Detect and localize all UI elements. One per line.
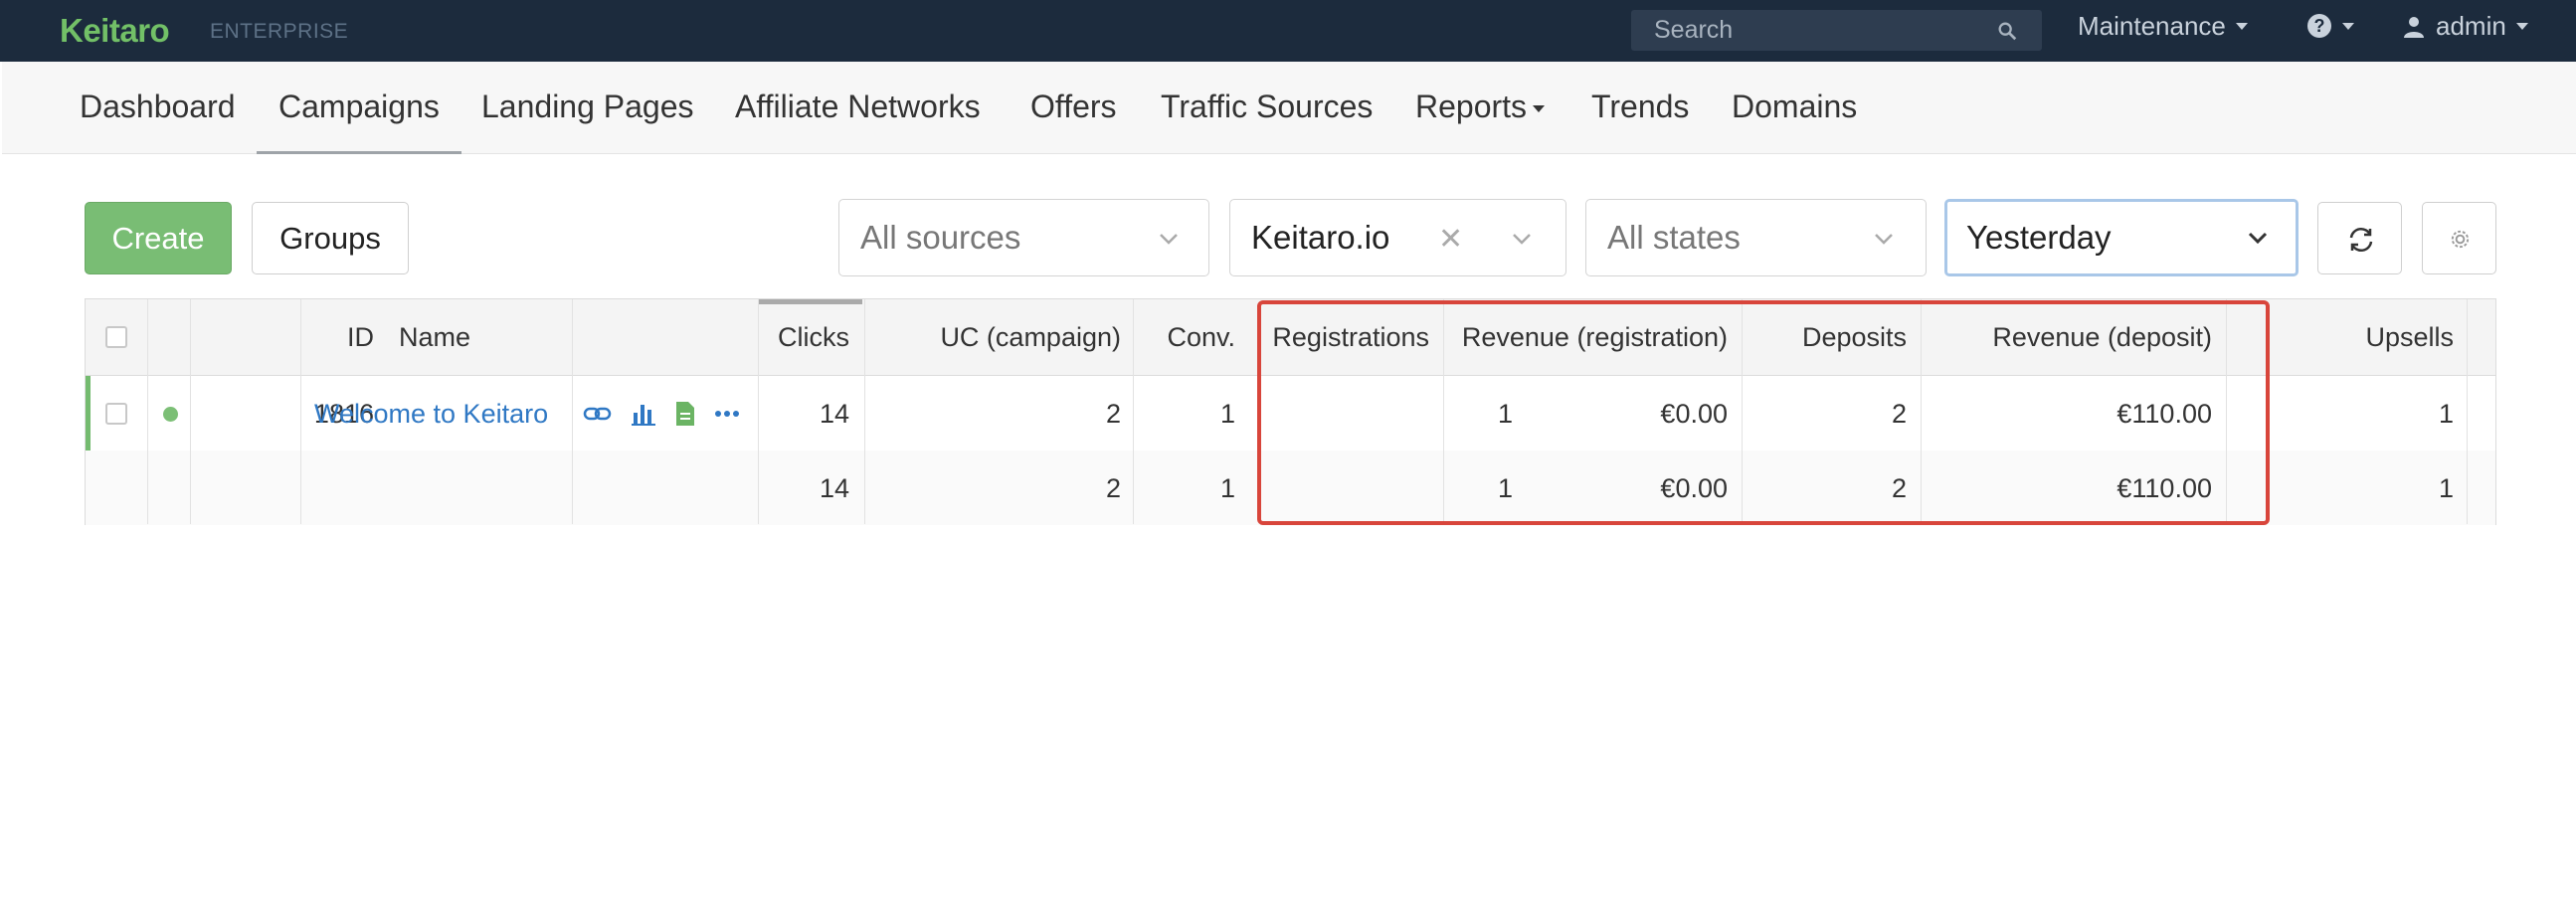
total-uc-campaign: 2 [1105, 473, 1121, 503]
clear-icon[interactable]: ✕ [1438, 222, 1463, 257]
column-divider [572, 299, 573, 524]
user-name: admin [2436, 11, 2506, 41]
column-divider [758, 299, 759, 524]
chevron-down-icon [1875, 234, 1893, 245]
header-clicks[interactable]: Clicks [758, 299, 849, 375]
chevron-down-icon [2235, 23, 2248, 30]
question-circle-icon: ? [2307, 14, 2331, 38]
column-divider [864, 299, 865, 524]
date-range-select[interactable]: Yesterday [1944, 199, 2299, 276]
nav-traffic-sources[interactable]: Traffic Sources [1161, 62, 1373, 154]
edition-label: ENTERPRISE [210, 20, 349, 43]
nav-offers[interactable]: Offers [1030, 62, 1117, 154]
chevron-down-icon [1533, 105, 1546, 113]
nav-landing-pages[interactable]: Landing Pages [481, 62, 694, 154]
cell-conv: 1 [1219, 399, 1235, 429]
document-icon[interactable] [674, 401, 696, 427]
states-select[interactable]: All states [1585, 199, 1927, 276]
nav-trends[interactable]: Trends [1591, 62, 1689, 154]
groups-button[interactable]: Groups [252, 202, 409, 274]
user-icon [2404, 16, 2424, 38]
campaign-name-link[interactable]: Welcome to Keitaro [314, 376, 548, 451]
highlight-box [1257, 300, 2270, 525]
search-icon[interactable] [1996, 20, 2018, 42]
states-select-value: All states [1607, 219, 1741, 256]
user-menu[interactable]: admin [2402, 11, 2528, 42]
search-input[interactable] [1631, 10, 1989, 51]
workspace-select[interactable]: Keitaro.io ✕ [1229, 199, 1566, 276]
bar-chart-icon[interactable] [631, 401, 656, 427]
column-divider [190, 299, 191, 524]
row-actions [583, 376, 740, 451]
chevron-down-icon [2342, 22, 2354, 30]
column-divider [2467, 299, 2468, 524]
chevron-down-icon [1160, 234, 1178, 245]
nav-dashboard[interactable]: Dashboard [80, 62, 236, 154]
gear-icon [2451, 230, 2470, 249]
link-icon[interactable] [583, 402, 613, 426]
refresh-icon [2349, 228, 2373, 252]
active-row-indicator [86, 376, 91, 451]
cell-uc-campaign: 2 [1105, 399, 1121, 429]
nav-reports[interactable]: Reports [1415, 62, 1546, 154]
sources-select[interactable]: All sources [838, 199, 1209, 276]
settings-button[interactable] [2422, 202, 2496, 274]
column-divider [147, 299, 148, 524]
sources-select-value: All sources [860, 219, 1021, 256]
chevron-down-icon [2515, 23, 2528, 30]
search-box[interactable] [1631, 10, 2042, 51]
column-divider [300, 299, 301, 524]
header-conv[interactable]: Conv. [1133, 299, 1235, 375]
brand-logo[interactable]: Keitaro [60, 12, 170, 50]
maintenance-label: Maintenance [2078, 11, 2226, 41]
chevron-down-icon [2248, 232, 2268, 245]
svg-text:?: ? [2314, 16, 2325, 36]
column-divider [1133, 299, 1134, 524]
help-menu[interactable]: ? [2306, 13, 2354, 39]
status-indicator [163, 407, 178, 422]
cell-clicks: 14 [819, 399, 849, 429]
date-range-value: Yesterday [1966, 219, 2112, 256]
header-uc-campaign[interactable]: UC (campaign) [864, 299, 1121, 375]
total-conv: 1 [1219, 473, 1235, 503]
nav-reports-label: Reports [1415, 89, 1528, 124]
create-button[interactable]: Create [85, 202, 232, 274]
nav-domains[interactable]: Domains [1732, 62, 1857, 154]
workspace-select-value: Keitaro.io [1251, 219, 1390, 256]
row-checkbox[interactable] [105, 403, 127, 425]
more-icon[interactable] [714, 410, 740, 418]
nav-affiliate-networks[interactable]: Affiliate Networks [735, 62, 981, 154]
main-navigation: Dashboard Campaigns Landing Pages Affili… [2, 62, 2576, 154]
maintenance-menu[interactable]: Maintenance [2078, 11, 2248, 42]
select-all-checkbox[interactable] [105, 326, 127, 348]
header-name[interactable]: Name [315, 299, 470, 375]
top-bar: Keitaro ENTERPRISE Maintenance ? admin [0, 0, 2576, 62]
total-clicks: 14 [819, 473, 849, 503]
refresh-button[interactable] [2317, 202, 2402, 274]
nav-campaigns[interactable]: Campaigns [257, 62, 461, 154]
chevron-down-icon [1513, 234, 1531, 245]
